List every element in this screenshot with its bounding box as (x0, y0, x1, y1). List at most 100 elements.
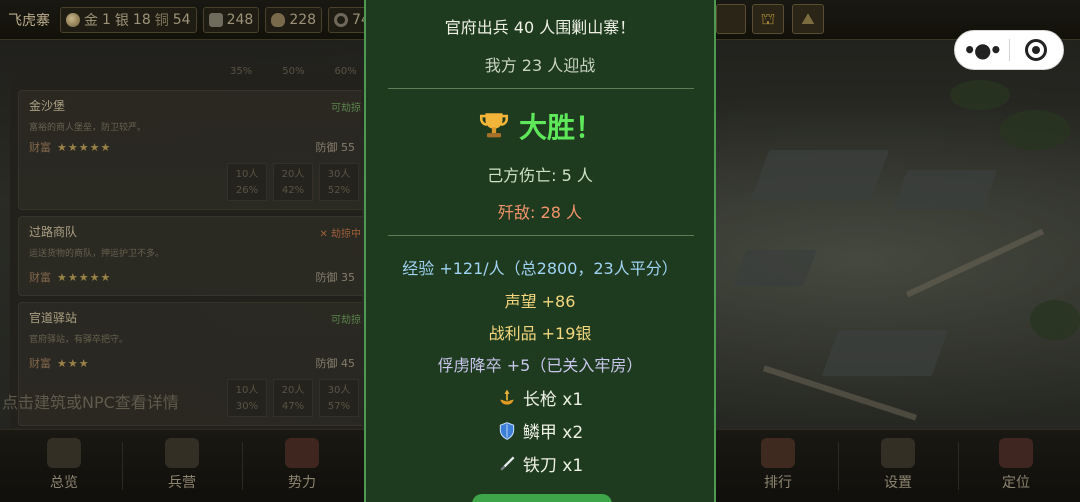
stone-icon (208, 12, 223, 27)
nav-label: 势力 (288, 475, 316, 491)
defender-count: 我方 23 人迎战 (484, 56, 596, 75)
barracks-icon (165, 438, 199, 468)
wealth-label: 财富 (29, 271, 51, 284)
target-status: 可劫掠 (331, 315, 361, 326)
coin-icon (66, 12, 80, 27)
ring-icon (334, 12, 349, 27)
more-icon[interactable]: •●• (955, 38, 1009, 62)
nav-barracks[interactable]: 兵营 (122, 430, 242, 502)
scroll-icon[interactable] (716, 4, 746, 34)
divider (388, 235, 694, 236)
building-roof (750, 150, 890, 200)
peek-row: 35% 50% 60% (10, 66, 362, 86)
odds-option[interactable]: 20人 47% (273, 379, 313, 417)
copper-value: 54 (172, 11, 191, 28)
fort-wall (905, 228, 1045, 298)
close-miniprogram-icon[interactable] (1010, 39, 1064, 61)
confirm-button[interactable] (472, 494, 612, 502)
tree (950, 80, 1010, 110)
captives-reward: 俘虏降卒 +5（已关入牢房） (437, 356, 643, 375)
exp-reward: 经验 +121/人（总2800，23人平分） (402, 259, 678, 278)
ranking-icon (761, 438, 795, 468)
wealth-stars: ★★★★★ (57, 271, 112, 284)
defense-value: 防御 35 (315, 271, 356, 284)
odds-men: 10人 (235, 169, 259, 180)
battle-report-modal: 官府出兵 40 人围剿山寨！ 我方 23 人迎战 大胜！ 己方伤亡: 5 人 歼… (364, 0, 716, 502)
prestige-reward: 声望 +86 (504, 292, 576, 311)
overview-icon (47, 438, 81, 468)
locate-icon (999, 438, 1033, 468)
nav-settings[interactable]: 设置 (838, 430, 958, 502)
tree (1030, 300, 1080, 340)
hint-text: 点击建筑或NPC查看详情 (2, 393, 179, 412)
enemy-kills: 歼敌: 28 人 (498, 203, 582, 222)
siege-announcement: 官府出兵 40 人围剿山寨！ (444, 18, 636, 37)
target-name: 过路商队 (29, 225, 78, 239)
odds-row: 10人 26% 20人 42% 30人 52% (227, 163, 359, 201)
target-status: ✕ 劫掠中 (319, 229, 361, 240)
tree (1000, 110, 1070, 150)
target-stats: 财富 ★★★★★ 防御 35 (29, 269, 359, 285)
nav-label: 定位 (1002, 475, 1030, 491)
mountain-icon[interactable]: ⛰ (792, 4, 824, 34)
odds-rate: 26% (235, 185, 259, 196)
peek-cell: 35% (230, 66, 253, 77)
nav-label: 排行 (764, 475, 792, 491)
nav-label: 设置 (884, 475, 912, 491)
target-name: 金沙堡 (29, 99, 66, 113)
grain-icon (271, 12, 286, 27)
wealth-label: 财富 (29, 357, 51, 370)
stone-chip[interactable]: 248 (202, 6, 260, 33)
grain-chip[interactable]: 228 (265, 6, 323, 33)
wealth-stars: ★★★★★ (57, 141, 112, 154)
odds-option[interactable]: 10人 26% (227, 163, 267, 201)
raid-target-panel: 35% 50% 60% 金沙堡 可劫掠 富裕的商人堡垒，防卫较严。 财富 ★★★★… (10, 66, 362, 428)
loot-item: 铁刀 x1 (366, 451, 714, 476)
settings-icon (881, 438, 915, 468)
nav-label: 总览 (50, 475, 78, 491)
wealth-label: 财富 (29, 141, 51, 154)
odds-men: 30人 (327, 169, 351, 180)
nav-ranking[interactable]: 排行 (718, 430, 838, 502)
building-roof (892, 170, 998, 210)
shield-icon (499, 421, 515, 440)
loot-text: 长枪 x1 (522, 390, 584, 410)
odds-option[interactable]: 20人 42% (273, 163, 313, 201)
target-card-caravan[interactable]: 过路商队 ✕ 劫掠中 运送货物的商队，押运护卫不多。 财富 ★★★★★ 防御 35 (18, 216, 362, 296)
odds-rate: 52% (327, 185, 351, 196)
gold-label: 金 (84, 12, 98, 29)
grain-value: 228 (289, 11, 317, 28)
city-icon[interactable]: ⛫ (752, 4, 784, 34)
odds-option[interactable]: 30人 57% (319, 379, 359, 417)
odds-rate: 42% (281, 185, 305, 196)
gold-value: 1 (102, 11, 111, 28)
loot-item: 长枪 x1 (366, 385, 714, 410)
nav-factions[interactable]: 势力 (242, 430, 362, 502)
nav-label: 兵营 (168, 475, 196, 491)
target-desc: 官府驿站，有驿卒把守。 (29, 335, 129, 345)
odds-option[interactable]: 30人 52% (319, 163, 359, 201)
odds-rate: 30% (235, 401, 259, 412)
fort-name: 飞虎寨 (8, 12, 50, 29)
verdict-text: 大胜！ (518, 111, 603, 144)
target-card-jinshabao[interactable]: 金沙堡 可劫掠 富裕的商人堡垒，防卫较严。 财富 ★★★★★ 防御 55 10人 2… (18, 90, 362, 210)
odds-men: 20人 (281, 385, 305, 396)
odds-rate: 57% (327, 401, 351, 412)
building-roof (733, 250, 817, 286)
target-status: 可劫掠 (331, 103, 361, 114)
building-roof (821, 330, 949, 376)
defense-value: 防御 45 (315, 357, 356, 370)
target-name: 官道驿站 (29, 311, 78, 325)
odds-men: 30人 (327, 385, 351, 396)
nav-overview[interactable]: 总览 (4, 430, 124, 502)
factions-icon (285, 438, 319, 468)
loot-text: 铁刀 x1 (522, 456, 584, 476)
odds-men: 10人 (235, 385, 259, 396)
money-chip[interactable]: 金 1 银 18 铜 54 (60, 6, 197, 33)
battle-verdict: 大胜！ (366, 106, 714, 146)
odds-row: 10人 30% 20人 47% 30人 57% (227, 379, 359, 417)
odds-option[interactable]: 10人 30% (227, 379, 267, 417)
peek-cell: 60% (334, 66, 357, 77)
nav-locate[interactable]: 定位 (956, 430, 1076, 502)
wealth-stars: ★★★ (57, 357, 90, 370)
